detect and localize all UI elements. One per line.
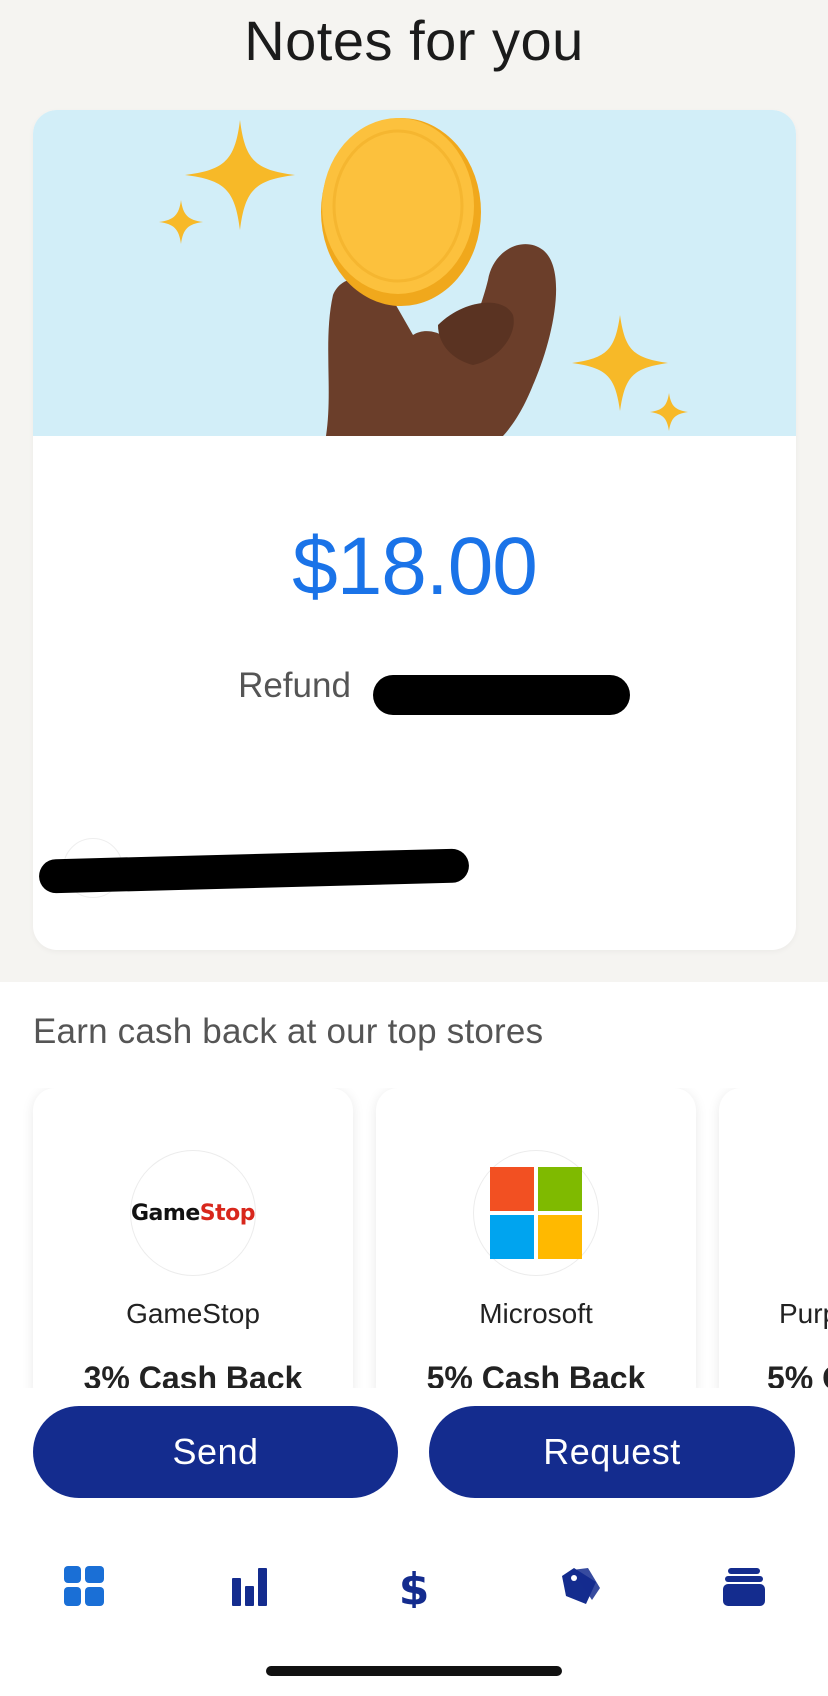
sparkle-icon <box>650 393 688 431</box>
refund-label: Refund <box>238 666 351 705</box>
refund-note-card[interactable]: $18.00 Refund <box>33 110 796 950</box>
store-name: Microsoft <box>479 1298 593 1329</box>
cashback-section-title: Earn cash back at our top stores <box>33 1012 544 1051</box>
store-cashback-text: 5% C <box>767 1360 828 1388</box>
sparkle-icon <box>185 120 295 230</box>
bottom-bar: Send Request $ <box>0 1388 828 1696</box>
coin-face <box>322 118 474 294</box>
activity-bars-icon[interactable] <box>228 1564 272 1608</box>
store-name: Purp <box>779 1298 828 1330</box>
gamestop-logo: GameStop <box>130 1150 256 1276</box>
home-indicator[interactable] <box>266 1666 562 1676</box>
dollar-icon[interactable]: $ <box>392 1564 436 1615</box>
request-button[interactable]: Request <box>429 1406 795 1498</box>
microsoft-windows-icon <box>490 1167 582 1259</box>
refund-amount: $18.00 <box>292 521 538 612</box>
page-title: Notes for you <box>244 9 584 72</box>
store-card-microsoft[interactable]: Microsoft 5% Cash Back <box>376 1088 696 1388</box>
wallet-cards-icon[interactable] <box>722 1564 766 1608</box>
microsoft-logo <box>473 1150 599 1276</box>
store-card-purple[interactable]: Purp 5% C <box>719 1088 828 1388</box>
svg-text:$: $ <box>399 1564 430 1608</box>
store-name: GameStop <box>126 1298 260 1329</box>
deals-tag-icon[interactable] <box>558 1564 602 1608</box>
hero-illustration <box>33 110 796 436</box>
coin-hand-illustration <box>159 118 688 436</box>
store-card-gamestop[interactable]: GameStop GameStop 3% Cash Back <box>33 1088 353 1388</box>
redacted-reference <box>373 675 630 715</box>
store-name-text: Purp <box>779 1298 828 1329</box>
home-grid-icon[interactable] <box>62 1564 106 1608</box>
merchant-row[interactable] <box>33 830 796 930</box>
store-carousel[interactable]: GameStop GameStop 3% Cash Back Microsoft… <box>0 1088 828 1388</box>
store-cashback: 5% Cash Back <box>426 1360 646 1388</box>
send-button[interactable]: Send <box>33 1406 398 1498</box>
sparkle-icon <box>159 200 203 244</box>
store-cashback: 3% Cash Back <box>83 1360 303 1388</box>
purple-logo <box>816 1150 828 1276</box>
gamestop-logo-text: GameStop <box>131 1200 255 1226</box>
store-cashback: 5% C <box>767 1360 828 1388</box>
notes-section: Notes for you $18.00 Refund <box>0 0 828 982</box>
sparkle-icon <box>572 315 668 411</box>
